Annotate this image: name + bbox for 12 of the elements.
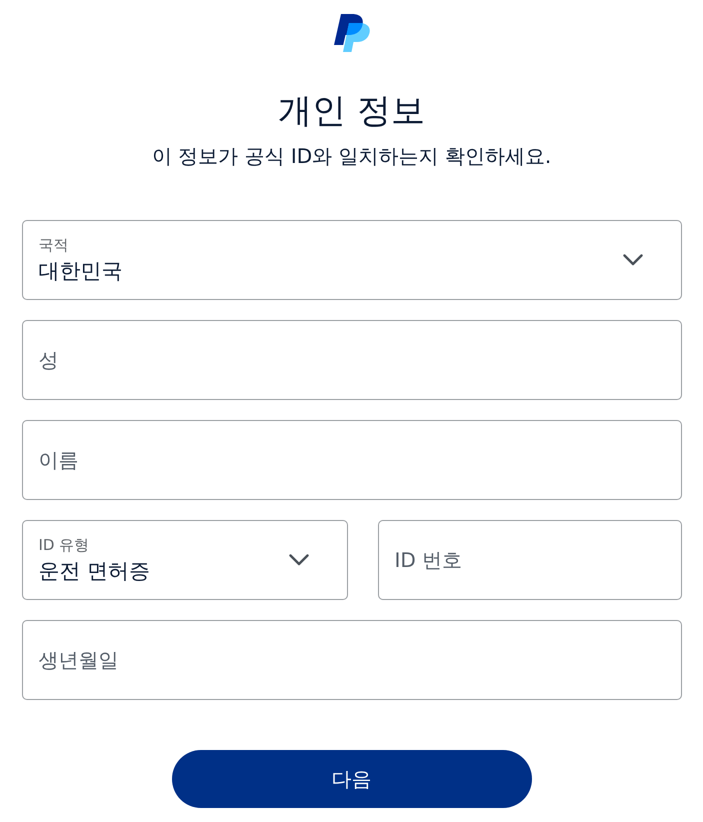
caret-icon [288, 554, 308, 566]
dropdown-field[interactable]: 국적 대한민국 [22, 220, 682, 300]
dropdown-field[interactable]: ID 유형 운전 면허증 [22, 520, 348, 600]
input-field[interactable]: 이름 [22, 420, 682, 500]
caret-icon [622, 254, 642, 266]
input-field[interactable]: ID 번호 [378, 520, 682, 600]
next-button[interactable]: 다음 [172, 750, 532, 808]
page-title: 개인 정보 [278, 90, 425, 132]
logo-icon [334, 14, 370, 52]
input-field[interactable]: 생년월일 [22, 620, 682, 700]
input-field[interactable]: 성 [22, 320, 682, 400]
page-subtitle: 이 정보가 공식 ID와 일치하는지 확인하세요. [152, 143, 552, 170]
